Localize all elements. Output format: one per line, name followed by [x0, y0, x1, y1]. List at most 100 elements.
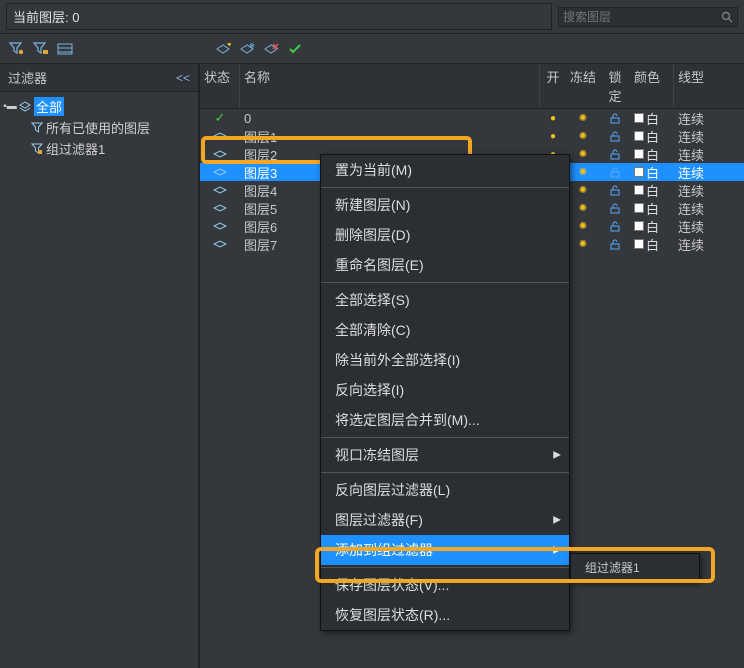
unlock-icon	[610, 149, 620, 160]
cell-lock[interactable]	[600, 221, 630, 232]
cell-color[interactable]: 白	[630, 181, 674, 200]
collapse-sidebar-button[interactable]: <<	[176, 71, 190, 85]
menu-item[interactable]: 全部清除(C)	[321, 315, 569, 345]
cell-freeze[interactable]: ✺	[566, 113, 600, 124]
color-name: 白	[646, 181, 659, 200]
cell-status	[200, 150, 240, 158]
menu-item[interactable]: 视口冻结图层▶	[321, 440, 569, 470]
cell-freeze[interactable]: ✺	[566, 185, 600, 196]
cell-color[interactable]: 白	[630, 109, 674, 128]
menu-item[interactable]: 新建图层(N)	[321, 190, 569, 220]
menu-item[interactable]: 恢复图层状态(R)...	[321, 600, 569, 630]
set-current-icon[interactable]	[286, 41, 304, 57]
layer-row[interactable]: ✓0●✺白连续	[200, 109, 744, 127]
new-layer-icon[interactable]: ✦	[214, 41, 232, 57]
menu-separator	[321, 282, 569, 283]
col-header-status[interactable]: 状态	[200, 64, 240, 108]
cell-color[interactable]: 白	[630, 163, 674, 182]
stack-icon	[18, 101, 32, 113]
cell-freeze[interactable]: ✺	[566, 239, 600, 250]
cell-status	[200, 204, 240, 212]
menu-item[interactable]: 添加到组过滤器▶	[321, 535, 569, 565]
layer-states-icon[interactable]	[56, 41, 74, 57]
cell-lock[interactable]	[600, 185, 630, 196]
lightbulb-icon: ●	[550, 131, 556, 142]
menu-item[interactable]: 反向选择(I)	[321, 375, 569, 405]
layer-context-menu[interactable]: 置为当前(M) 新建图层(N)删除图层(D)重命名图层(E) 全部选择(S)全部清除…	[320, 154, 570, 631]
cell-on[interactable]: ●	[540, 113, 566, 124]
menu-item[interactable]: 保存图层状态(V)...	[321, 570, 569, 600]
cell-freeze[interactable]: ✺	[566, 149, 600, 160]
cell-on[interactable]: ●	[540, 131, 566, 142]
search-input[interactable]	[563, 10, 721, 24]
cell-name[interactable]: 0	[240, 111, 540, 126]
cell-linetype[interactable]: 连续	[674, 235, 744, 254]
cell-lock[interactable]	[600, 167, 630, 178]
tree-root-label[interactable]: 全部	[34, 97, 64, 116]
col-header-freeze[interactable]: 冻结	[566, 64, 600, 108]
cell-freeze[interactable]: ✺	[566, 131, 600, 142]
cell-color[interactable]: 白	[630, 145, 674, 164]
cell-freeze[interactable]: ✺	[566, 167, 600, 178]
menu-item[interactable]: 置为当前(M)	[321, 155, 569, 185]
layer-mark-icon	[213, 186, 227, 194]
col-header-linetype[interactable]: 线型	[674, 64, 744, 108]
menu-item[interactable]: 重命名图层(E)	[321, 250, 569, 280]
cell-linetype[interactable]: 连续	[674, 181, 744, 200]
add-to-group-submenu[interactable]: 组过滤器1	[570, 553, 700, 582]
cell-linetype[interactable]: 连续	[674, 199, 744, 218]
color-name: 白	[646, 163, 659, 182]
search-box[interactable]	[558, 7, 738, 27]
col-header-name[interactable]: 名称	[240, 64, 540, 108]
menu-item[interactable]: 图层过滤器(F)▶	[321, 505, 569, 535]
unlock-icon	[610, 239, 620, 250]
cell-linetype[interactable]: 连续	[674, 217, 744, 236]
cell-color[interactable]: 白	[630, 217, 674, 236]
menu-item[interactable]: 删除图层(D)	[321, 220, 569, 250]
menu-item[interactable]: 除当前外全部选择(I)	[321, 345, 569, 375]
tree-child-label[interactable]: 所有已使用的图层	[46, 118, 150, 137]
cell-name[interactable]: 图层1	[240, 127, 540, 146]
menu-item[interactable]: 全部选择(S)	[321, 285, 569, 315]
tree-child-label[interactable]: 组过滤器1	[46, 139, 105, 158]
submenu-item-group-filter-1[interactable]: 组过滤器1	[571, 554, 699, 581]
color-name: 白	[646, 235, 659, 254]
tree-child-row[interactable]: 组过滤器1	[2, 138, 196, 159]
sun-icon: ✺	[579, 203, 587, 214]
col-header-lock[interactable]: 锁定	[600, 64, 630, 108]
color-swatch	[634, 167, 644, 177]
cell-lock[interactable]	[600, 131, 630, 142]
cell-lock[interactable]	[600, 149, 630, 160]
expander-icon[interactable]: ▪▬	[4, 101, 16, 112]
cell-linetype[interactable]: 连续	[674, 145, 744, 164]
tree-root-row[interactable]: ▪▬ 全部	[2, 96, 196, 117]
cell-color[interactable]: 白	[630, 235, 674, 254]
cell-linetype[interactable]: 连续	[674, 127, 744, 146]
cell-lock[interactable]	[600, 239, 630, 250]
layer-row[interactable]: 图层1 ● ✺ 白连续	[200, 127, 744, 145]
new-property-filter-icon[interactable]	[8, 41, 26, 57]
menu-item[interactable]: 将选定图层合并到(M)...	[321, 405, 569, 435]
unlock-icon	[610, 113, 620, 124]
cell-color[interactable]: 白	[630, 199, 674, 218]
menu-separator	[321, 437, 569, 438]
new-layer-frozen-icon[interactable]: ❄	[238, 41, 256, 57]
cell-status	[200, 240, 240, 248]
cell-linetype[interactable]: 连续	[674, 163, 744, 182]
delete-layer-icon[interactable]	[262, 41, 280, 57]
cell-freeze[interactable]: ✺	[566, 203, 600, 214]
cell-freeze[interactable]: ✺	[566, 221, 600, 232]
new-group-filter-icon[interactable]	[32, 41, 50, 57]
svg-text:❄: ❄	[249, 43, 255, 50]
cell-color[interactable]: 白	[630, 127, 674, 146]
cell-lock[interactable]	[600, 203, 630, 214]
menu-item[interactable]: 反向图层过滤器(L)	[321, 475, 569, 505]
cell-linetype[interactable]: 连续	[674, 109, 744, 128]
col-header-on[interactable]: 开	[540, 64, 566, 108]
search-icon[interactable]	[721, 11, 733, 23]
cell-lock[interactable]	[600, 113, 630, 124]
group-filter-icon	[30, 143, 44, 155]
layer-mark-icon	[213, 222, 227, 230]
tree-child-row[interactable]: 所有已使用的图层	[2, 117, 196, 138]
col-header-color[interactable]: 颜色	[630, 64, 674, 108]
